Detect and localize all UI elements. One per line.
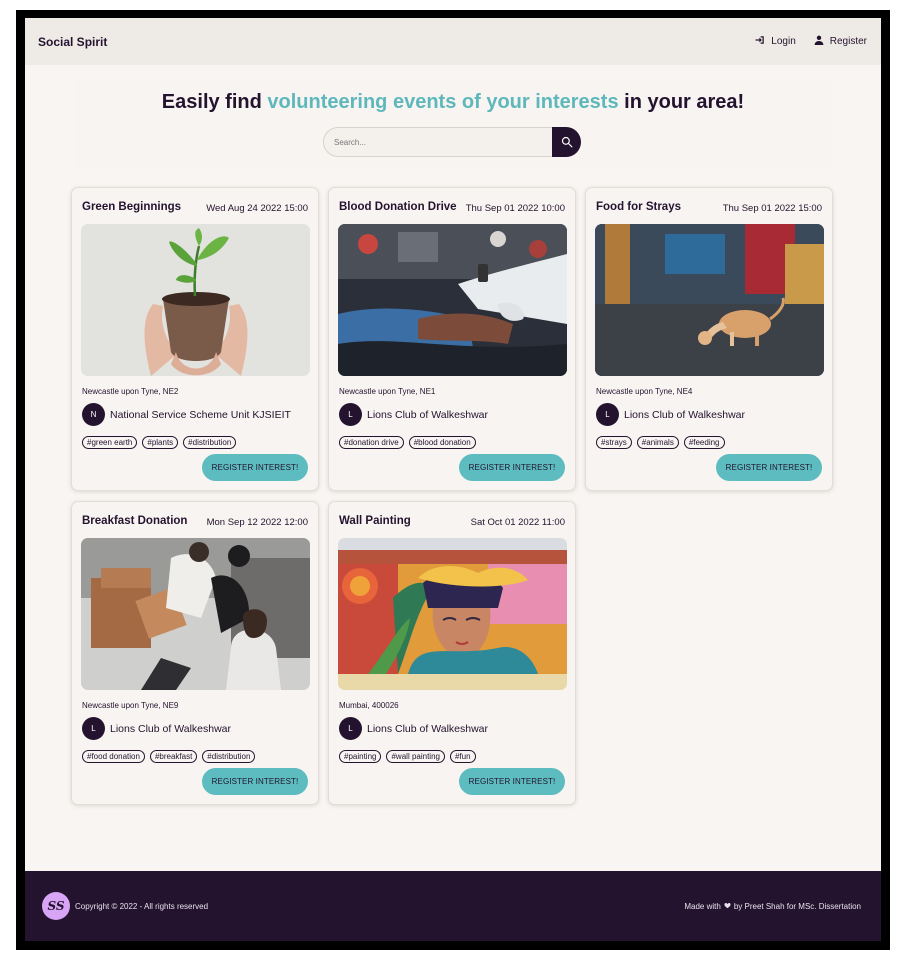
user-icon [814,35,824,48]
tag-chip[interactable]: #distribution [202,750,256,763]
event-card: Wall Painting Sat Oct 01 2022 11:00 Mumb… [328,501,576,805]
register-label: Register [829,36,867,47]
login-label: Login [771,36,796,47]
footer: SS Copyright © 2022 - All rights reserve… [25,871,881,941]
site-logo[interactable]: SS [42,892,70,920]
navbar: Social Spirit Login Register [25,18,881,65]
event-date: Thu Sep 01 2022 10:00 [465,203,565,214]
event-location: Newcastle upon Tyne, NE4 [596,387,693,396]
avatar: L [596,403,619,426]
search-icon [561,136,572,148]
tag-chip[interactable]: #wall painting [386,750,445,763]
event-image-blood-donation [338,224,567,376]
event-location: Newcastle upon Tyne, NE9 [82,701,179,710]
event-title[interactable]: Breakfast Donation [82,515,187,527]
login-icon [755,35,765,48]
tag-chip[interactable]: #painting [339,750,382,763]
event-image-plant [81,224,310,376]
register-link[interactable]: Register [814,35,867,48]
register-interest-button[interactable]: REGISTER INTEREST! [202,768,308,795]
brand-logo-text[interactable]: Social Spirit [38,35,107,49]
tag-chip[interactable]: #donation drive [339,436,404,449]
event-image-stray-cat [595,224,824,376]
tag-chip[interactable]: #feeding [683,436,725,449]
headline-text-end: in your area! [618,91,745,113]
organizer-name: Lions Club of Walkeshwar [367,722,488,735]
event-location: Newcastle upon Tyne, NE2 [82,387,179,396]
footer-brand: SS Copyright © 2022 - All rights reserve… [42,892,208,920]
headline-accent: volunteering events of your interests [267,91,619,113]
event-card: Blood Donation Drive Thu Sep 01 2022 10:… [328,187,576,491]
register-interest-button[interactable]: REGISTER INTEREST! [202,454,308,481]
event-title[interactable]: Food for Strays [596,201,681,213]
hero-headline: Easily find volunteering events of your … [75,91,831,114]
login-link[interactable]: Login [755,35,796,48]
organizer[interactable]: L Lions Club of Walkeshwar [596,403,745,426]
organizer-name: Lions Club of Walkeshwar [367,408,488,421]
tag-chip[interactable]: #plants [142,436,179,449]
avatar: L [339,717,362,740]
search-bar [323,127,581,157]
event-location: Newcastle upon Tyne, NE1 [339,387,436,396]
avatar: N [82,403,105,426]
tag-chip[interactable]: #animals [636,436,679,449]
made-with-text: Made with by Preet Shah for MSc. Dissert… [684,902,861,911]
event-title[interactable]: Green Beginnings [82,201,181,213]
event-card: Food for Strays Thu Sep 01 2022 15:00 Ne… [585,187,833,491]
event-date: Wed Aug 24 2022 15:00 [206,203,308,214]
search-input[interactable] [323,127,552,157]
tag-chip[interactable]: #green earth [82,436,138,449]
copyright-text: Copyright © 2022 - All rights reserved [75,901,209,911]
made-with-suffix: by Preet Shah for MSc. Dissertation [733,901,861,911]
tag-chip[interactable]: #food donation [82,750,145,763]
event-date: Sat Oct 01 2022 11:00 [470,517,565,528]
tag-chip[interactable]: #distribution [183,436,237,449]
organizer[interactable]: L Lions Club of Walkeshwar [339,717,488,740]
tag-list: #strays #animals #feeding [596,436,725,449]
organizer[interactable]: L Lions Club of Walkeshwar [339,403,488,426]
event-card: Breakfast Donation Mon Sep 12 2022 12:00… [71,501,319,805]
event-image-wall-mural [338,538,567,690]
event-image-food-boxes [81,538,310,690]
avatar: L [339,403,362,426]
headline-text: Easily find [161,91,268,113]
search-button[interactable] [552,127,581,157]
tag-chip[interactable]: #blood donation [408,436,476,449]
register-interest-button[interactable]: REGISTER INTEREST! [459,768,565,795]
register-interest-button[interactable]: REGISTER INTEREST! [716,454,822,481]
page: Social Spirit Login Register Easily find… [25,18,881,941]
tag-list: #food donation #breakfast #distribution [82,750,256,763]
tag-chip[interactable]: #fun [449,750,476,763]
organizer-name: Lions Club of Walkeshwar [624,408,745,421]
organizer[interactable]: L Lions Club of Walkeshwar [82,717,231,740]
avatar: L [82,717,105,740]
event-title[interactable]: Wall Painting [339,515,411,527]
tag-list: #painting #wall painting #fun [339,750,476,763]
organizer-name: Lions Club of Walkeshwar [110,722,231,735]
heart-icon [724,902,731,911]
organizer[interactable]: N National Service Scheme Unit KJSIEIT [82,403,291,426]
made-with-prefix: Made with [684,901,721,911]
register-interest-button[interactable]: REGISTER INTEREST! [459,454,565,481]
event-title[interactable]: Blood Donation Drive [339,201,457,213]
tag-chip[interactable]: #strays [596,436,632,449]
event-location: Mumbai, 400026 [339,701,399,710]
tag-chip[interactable]: #breakfast [149,750,198,763]
nav-links: Login Register [755,35,867,48]
tag-list: #donation drive #blood donation [339,436,476,449]
event-date: Thu Sep 01 2022 15:00 [722,203,822,214]
event-card: Green Beginnings Wed Aug 24 2022 15:00 N… [71,187,319,491]
tag-list: #green earth #plants #distribution [82,436,237,449]
event-date: Mon Sep 12 2022 12:00 [206,517,308,528]
organizer-name: National Service Scheme Unit KJSIEIT [110,408,291,421]
